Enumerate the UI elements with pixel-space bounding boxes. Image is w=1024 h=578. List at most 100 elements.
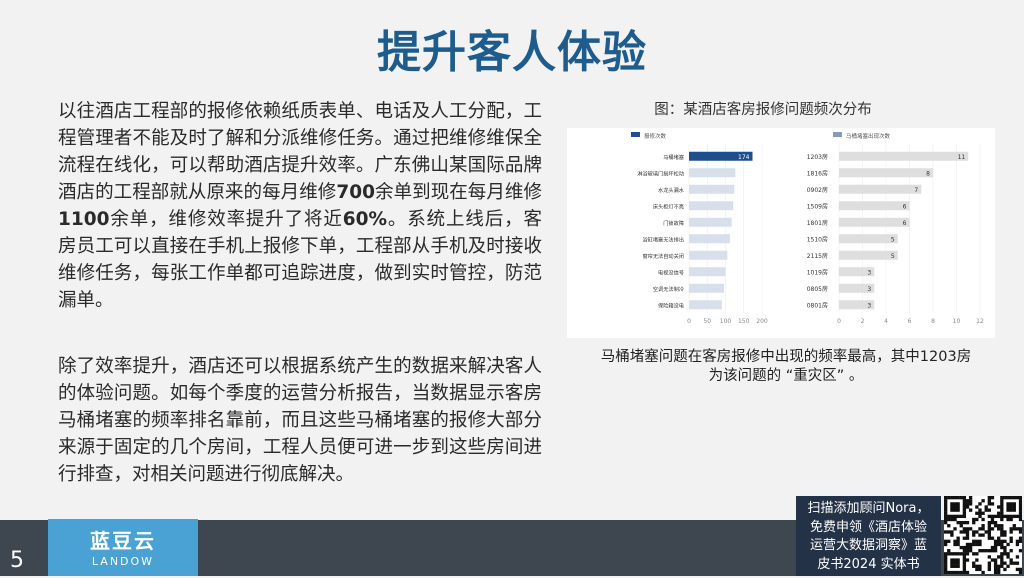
qr-module [975,542,979,547]
qr-module [990,545,995,550]
qr-module [1018,549,1023,553]
qr-module [990,558,995,562]
x-tick-label: 10 [953,318,961,325]
qr-module [1018,499,1023,503]
category-label: 保险箱没电 [658,301,684,309]
qr-module [978,511,982,515]
qr-module [997,570,1001,575]
qr-module [975,567,979,572]
qr-module [956,552,960,556]
qr-module [1000,564,1004,568]
qr-module [944,508,948,512]
x-tick-label: 12 [976,318,984,325]
qr-module [962,552,967,556]
qr-module [1003,549,1007,553]
qr-module [1012,505,1016,509]
qr-module [1018,527,1023,531]
qr-module [1009,536,1013,540]
category-label: 马桶堵塞 [663,153,684,161]
bar [689,168,736,178]
legend-swatch [833,132,842,137]
qr-module [947,549,951,553]
category-label: 电视没信号 [658,268,684,276]
qr-module [1018,570,1023,575]
qr-module [990,536,995,540]
qr-module [965,533,970,537]
qr-module [950,552,954,556]
qr-module [1009,505,1013,509]
qr-module [1000,530,1004,534]
qr-module [978,539,982,543]
bar [689,250,728,260]
qr-module [947,539,951,543]
qr-module [968,549,973,553]
qr-module [981,524,985,528]
qr-module [944,496,948,500]
category-label: 1019房 [807,268,828,276]
qr-module [978,514,982,519]
qr-module [993,539,998,543]
bar [839,151,969,161]
qr-module [944,520,948,525]
qr-module [978,567,982,572]
promo-line: 扫描添加顾问Nora， [807,501,930,516]
promo-line: 皮书2024 实体书 [817,556,920,572]
qr-module [1000,502,1004,506]
qr-module [959,496,963,500]
qr-module [965,520,970,525]
qr-module [944,502,948,506]
chart-panel: 报修次数 0 50 100 150 200 马桶堵塞 174 淋浴玻璃门损坏松动 水龙头漏水 床头柜… [567,128,995,338]
qr-module [1003,539,1007,543]
qr-module [965,552,970,556]
qr-module [978,502,982,506]
bar [689,184,735,194]
qr-module [962,564,967,568]
qr-module [1015,561,1020,565]
qr-module [1000,517,1004,522]
bar [839,184,922,194]
qr-module [993,567,998,572]
figure-caption: 图：某酒店客房报修问题频次分布 [654,102,872,118]
qr-module [972,517,976,522]
qr-module [997,536,1001,540]
qr-module [959,520,963,525]
qr-module [1003,567,1007,572]
qr-module [944,517,948,522]
qr-module [978,564,982,568]
qr-module [1006,552,1010,556]
qr-module [1018,517,1023,522]
qr-module [959,545,963,550]
qr-module [962,530,967,534]
qr-module [1009,558,1013,562]
qr-module [993,561,998,565]
category-label: 0805房 [807,285,828,293]
qr-module [944,539,948,543]
qr-module [1012,514,1016,519]
x-tick-label: 50 [703,318,711,325]
page-number: 5 [10,548,24,573]
qr-module [950,505,954,509]
qr-module [1009,539,1013,543]
qr-module [953,561,957,565]
qr-module [953,570,957,575]
category-label: 空调无法制冷 [653,285,684,293]
qr-code[interactable] [944,496,1023,575]
qr-module [1000,539,1004,543]
qr-module [962,561,967,565]
qr-module [965,570,970,575]
legend-swatch [631,132,640,137]
qr-module [993,520,998,525]
qr-module [953,552,957,556]
qr-module [1018,496,1023,500]
qr-module [1000,558,1004,562]
qr-module [962,555,967,559]
qr-module [1006,514,1010,519]
qr-module [965,549,970,553]
qr-module [981,570,985,575]
category-label: 浴缸堵塞无法排出 [642,235,684,243]
qr-module [1000,508,1004,512]
qr-module [953,496,957,500]
qr-module [962,567,967,572]
qr-module [997,514,1001,519]
promo-line: 运营大数据洞察》蓝 [809,538,927,553]
